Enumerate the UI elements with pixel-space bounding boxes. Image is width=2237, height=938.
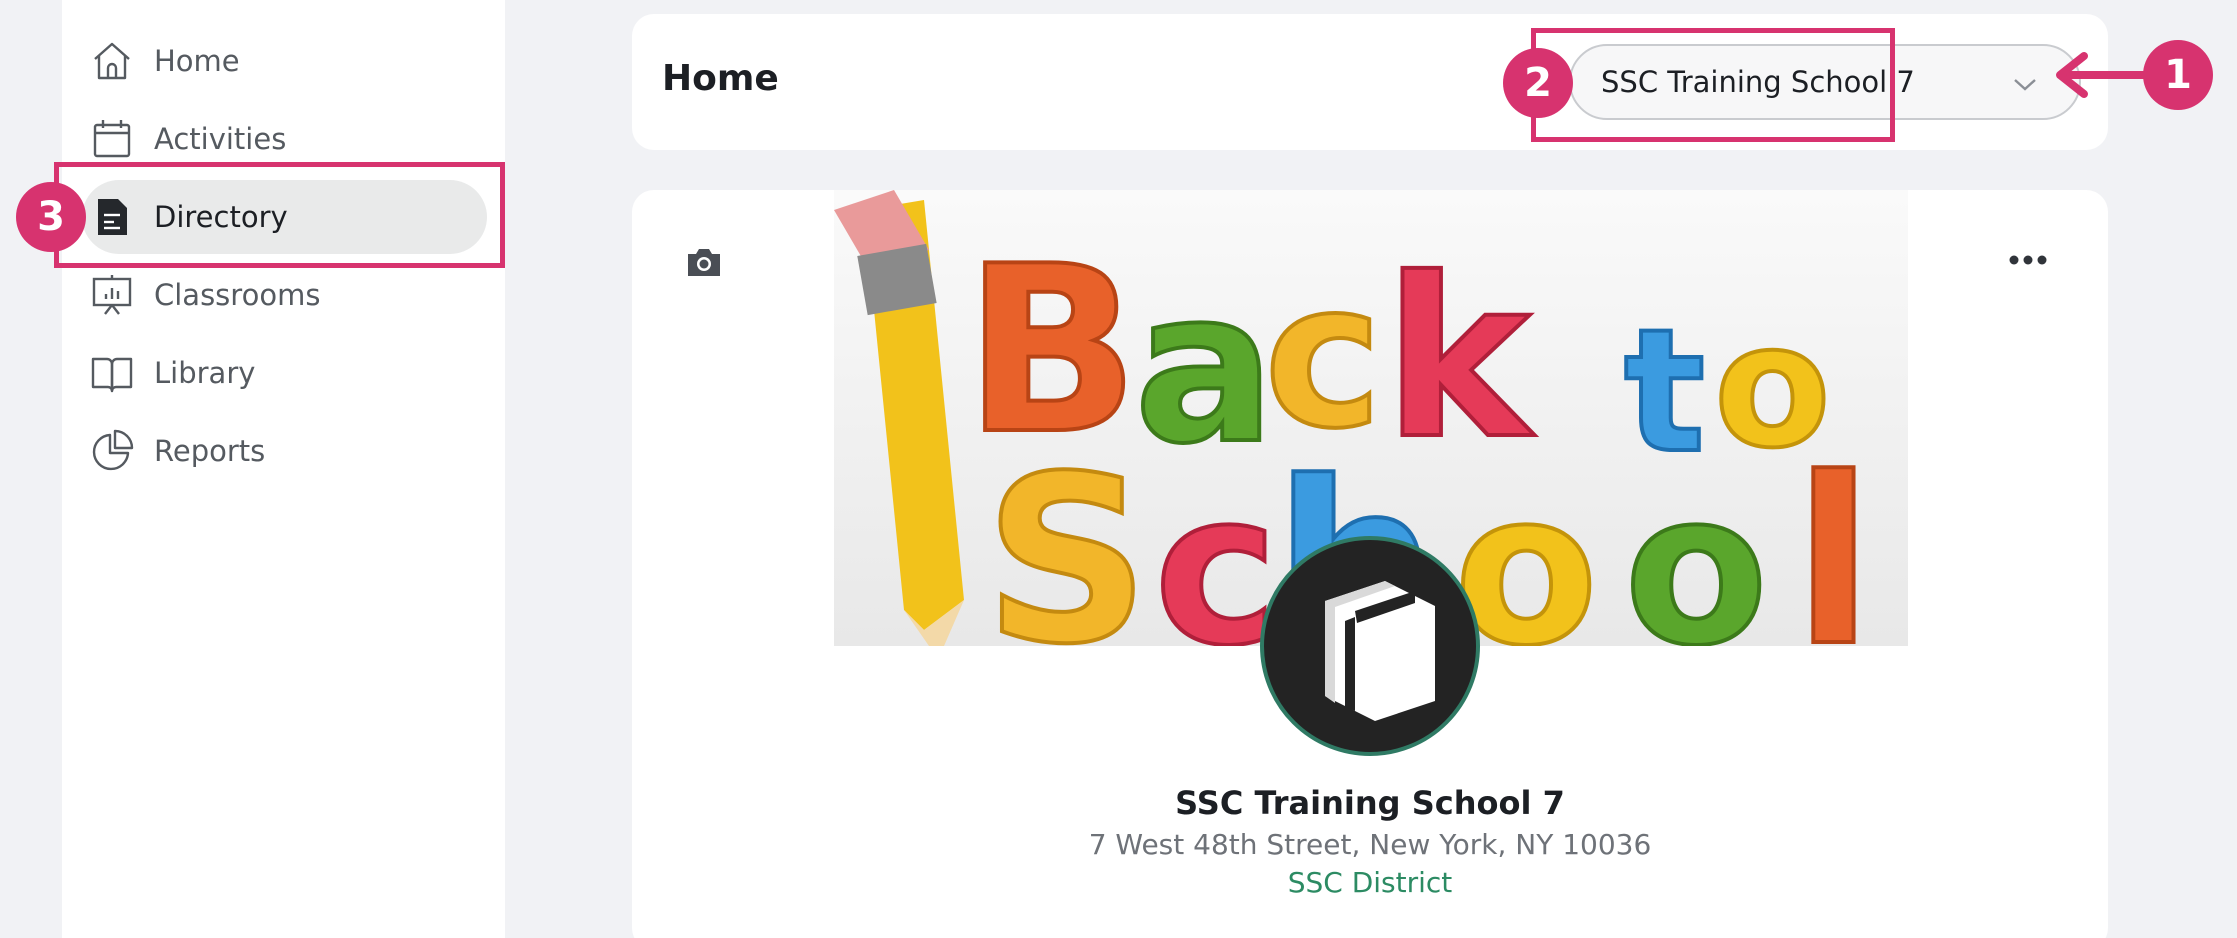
sidebar-item-library[interactable]: Library xyxy=(82,336,487,410)
school-name: SSC Training School 7 xyxy=(1175,784,1565,822)
sidebar-item-label: Library xyxy=(154,356,256,390)
annotation-badge-3: 3 xyxy=(16,182,86,252)
annotation-box-school-selector xyxy=(1531,28,1895,142)
sidebar-item-home[interactable]: Home xyxy=(82,24,487,98)
book-icon xyxy=(90,351,134,395)
camera-icon[interactable] xyxy=(684,244,724,280)
svg-text:l: l xyxy=(1794,430,1873,646)
book-logo-icon xyxy=(1325,581,1435,721)
app-root: Home Activities Directory Classrooms Lib… xyxy=(0,0,2237,938)
presentation-board-icon xyxy=(90,273,134,317)
annotation-badge-1: 1 xyxy=(2143,40,2213,110)
school-profile-card: B a c k t o S c h o o l S xyxy=(632,190,2108,938)
sidebar-item-label: Home xyxy=(154,44,240,78)
calendar-icon xyxy=(90,117,134,161)
svg-text:c: c xyxy=(1154,447,1278,646)
sidebar-item-label: Classrooms xyxy=(154,278,321,312)
home-icon xyxy=(90,39,134,83)
pie-chart-icon xyxy=(90,429,134,473)
school-district-link[interactable]: SSC District xyxy=(632,866,2108,899)
sidebar-item-label: Reports xyxy=(154,434,266,468)
school-avatar xyxy=(1260,536,1480,756)
page-title: Home xyxy=(662,58,779,99)
more-horizontal-icon[interactable] xyxy=(2008,248,2048,272)
sidebar: Home Activities Directory Classrooms Lib… xyxy=(62,0,505,938)
svg-text:o: o xyxy=(1624,447,1768,646)
sidebar-item-classrooms[interactable]: Classrooms xyxy=(82,258,487,332)
svg-text:S: S xyxy=(984,428,1150,646)
annotation-badge-2: 2 xyxy=(1503,48,1573,118)
annotation-arrow-icon xyxy=(2056,52,2150,98)
sidebar-item-label: Activities xyxy=(154,122,287,156)
school-address: 7 West 48th Street, New York, NY 10036 xyxy=(1088,828,1652,861)
sidebar-item-reports[interactable]: Reports xyxy=(82,414,487,488)
chevron-down-icon xyxy=(2014,79,2036,91)
annotation-box-directory xyxy=(54,162,505,268)
